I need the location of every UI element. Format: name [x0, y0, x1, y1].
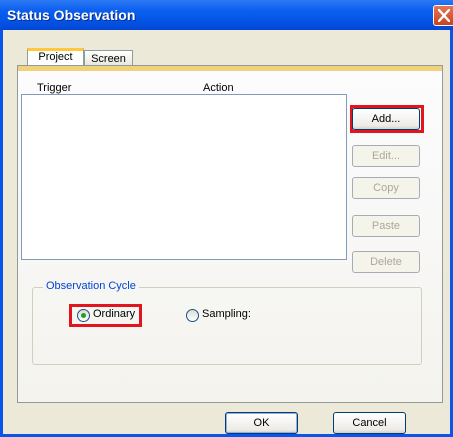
- tab-panel-accent-line: [18, 66, 442, 71]
- sampling-radio-label[interactable]: Sampling:: [202, 308, 251, 320]
- window-title: Status Observation: [7, 7, 136, 23]
- tab-screen[interactable]: Screen: [84, 50, 133, 66]
- dialog-client-area: Project Screen Trigger Action Add... Edi…: [3, 30, 450, 434]
- add-button[interactable]: Add...: [352, 108, 420, 130]
- radio-selected-icon[interactable]: [77, 309, 90, 322]
- trigger-action-list[interactable]: [21, 94, 347, 260]
- observation-cycle-legend: Observation Cycle: [43, 280, 139, 292]
- ordinary-radio-label[interactable]: Ordinary: [93, 308, 135, 320]
- cancel-button[interactable]: Cancel: [333, 412, 406, 434]
- radio-selected-dot: [81, 313, 86, 318]
- paste-button[interactable]: Paste: [352, 215, 420, 237]
- column-header-trigger: Trigger: [37, 82, 72, 94]
- edit-button[interactable]: Edit...: [352, 145, 420, 167]
- copy-button[interactable]: Copy: [352, 177, 420, 199]
- close-icon: [438, 9, 450, 22]
- column-header-action: Action: [203, 82, 234, 94]
- title-bar[interactable]: Status Observation: [0, 0, 453, 30]
- tab-project[interactable]: Project: [27, 48, 84, 66]
- tab-screen-label: Screen: [91, 53, 126, 65]
- dialog-window: Status Observation Project Screen Trigge…: [0, 0, 453, 437]
- close-button[interactable]: [433, 5, 453, 26]
- delete-button[interactable]: Delete: [352, 251, 420, 273]
- radio-unselected-icon[interactable]: [186, 309, 199, 322]
- tab-project-label: Project: [38, 51, 73, 63]
- ok-button[interactable]: OK: [225, 412, 298, 434]
